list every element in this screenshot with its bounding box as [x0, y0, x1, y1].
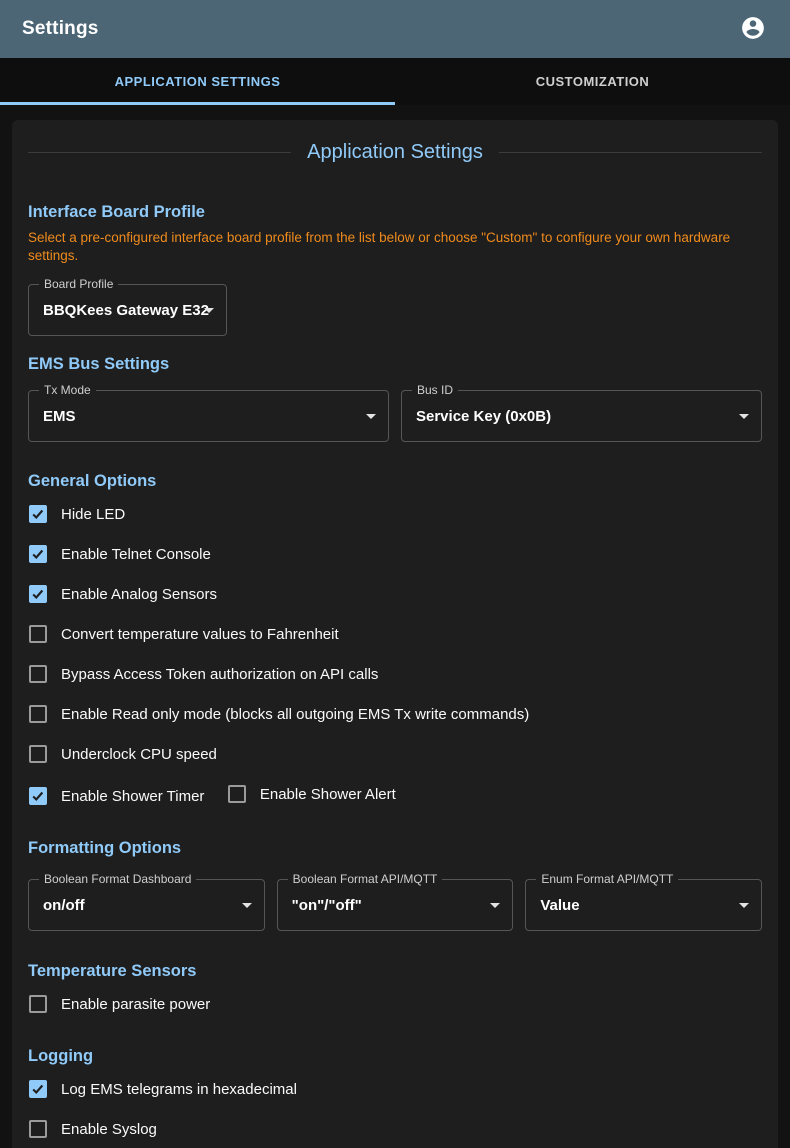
temperature-options-list: Enable parasite power [28, 984, 762, 1024]
dropdown-arrow-icon [739, 414, 749, 419]
checkbox-enable-telnet-console[interactable]: Enable Telnet Console [28, 534, 762, 574]
app-title: Settings [22, 18, 99, 40]
bus-id-value: Service Key (0x0B) [416, 408, 551, 425]
page-title: Application Settings [291, 138, 499, 166]
checkbox-icon [29, 1120, 47, 1138]
checkbox-enable-syslog[interactable]: Enable Syslog [28, 1109, 762, 1148]
logging-options-list: Log EMS telegrams in hexadecimal Enable … [28, 1069, 762, 1148]
checkbox-enable-parasite-power[interactable]: Enable parasite power [28, 984, 762, 1024]
checkbox-icon [29, 705, 47, 723]
general-options-list: Hide LED Enable Telnet Console Enable An… [28, 494, 762, 816]
boolean-format-api-value: "on"/"off" [292, 897, 362, 914]
checkbox-icon [29, 505, 47, 523]
checkbox-log-ems-hexadecimal[interactable]: Log EMS telegrams in hexadecimal [28, 1069, 762, 1109]
dropdown-arrow-icon [366, 414, 376, 419]
checkbox-icon [29, 625, 47, 643]
checkbox-icon [29, 995, 47, 1013]
boolean-format-dashboard-label: Boolean Format Dashboard [39, 872, 196, 886]
checkbox-hide-led[interactable]: Hide LED [28, 494, 762, 534]
board-profile-label: Board Profile [39, 277, 118, 291]
tab-application-settings[interactable]: APPLICATION SETTINGS [0, 58, 395, 105]
dropdown-arrow-icon [242, 903, 252, 908]
checkbox-convert-fahrenheit[interactable]: Convert temperature values to Fahrenheit [28, 614, 762, 654]
heading-ems-bus-settings: EMS Bus Settings [28, 355, 762, 374]
enum-format-api-select[interactable]: Enum Format API/MQTT Value [525, 879, 762, 931]
checkbox-enable-shower-alert[interactable]: Enable Shower Alert [227, 774, 396, 814]
enum-format-api-value: Value [540, 897, 579, 914]
interface-board-description: Select a pre-configured interface board … [28, 229, 762, 265]
checkbox-enable-analog-sensors[interactable]: Enable Analog Sensors [28, 574, 762, 614]
checkbox-icon [228, 785, 246, 803]
dropdown-arrow-icon [739, 903, 749, 908]
tab-customization[interactable]: CUSTOMIZATION [395, 58, 790, 105]
bus-id-select[interactable]: Bus ID Service Key (0x0B) [401, 390, 762, 442]
boolean-format-dashboard-select[interactable]: Boolean Format Dashboard on/off [28, 879, 265, 931]
dropdown-arrow-icon [204, 308, 214, 313]
checkbox-icon [29, 545, 47, 563]
heading-formatting-options: Formatting Options [28, 839, 762, 858]
checkbox-icon [29, 665, 47, 683]
page-title-row: Application Settings [28, 138, 762, 166]
bus-id-label: Bus ID [412, 383, 458, 397]
checkbox-enable-shower-timer[interactable]: Enable Shower Timer [28, 776, 204, 816]
heading-interface-board-profile: Interface Board Profile [28, 203, 762, 222]
enum-format-api-label: Enum Format API/MQTT [536, 872, 678, 886]
checkbox-underclock-cpu[interactable]: Underclock CPU speed [28, 734, 762, 774]
checkbox-icon [29, 585, 47, 603]
tab-bar: APPLICATION SETTINGS CUSTOMIZATION [0, 58, 790, 105]
boolean-format-api-label: Boolean Format API/MQTT [288, 872, 443, 886]
tx-mode-label: Tx Mode [39, 383, 96, 397]
checkbox-bypass-access-token[interactable]: Bypass Access Token authorization on API… [28, 654, 762, 694]
dropdown-arrow-icon [490, 903, 500, 908]
divider-right [499, 152, 762, 153]
shower-options-row: Enable Shower Timer Enable Shower Alert [28, 774, 762, 816]
account-circle-icon [740, 15, 766, 44]
tx-mode-select[interactable]: Tx Mode EMS [28, 390, 389, 442]
app-bar: Settings [0, 0, 790, 58]
checkbox-icon [29, 745, 47, 763]
divider-left [28, 152, 291, 153]
settings-card: Application Settings Interface Board Pro… [12, 120, 778, 1148]
heading-logging: Logging [28, 1047, 762, 1066]
tx-mode-value: EMS [43, 408, 76, 425]
boolean-format-api-select[interactable]: Boolean Format API/MQTT "on"/"off" [277, 879, 514, 931]
checkbox-icon [29, 1080, 47, 1098]
heading-general-options: General Options [28, 472, 762, 491]
checkbox-icon [29, 787, 47, 805]
account-button[interactable] [738, 14, 768, 44]
boolean-format-dashboard-value: on/off [43, 897, 85, 914]
board-profile-select[interactable]: Board Profile BBQKees Gateway E32 [28, 284, 227, 336]
board-profile-value: BBQKees Gateway E32 [43, 302, 209, 319]
checkbox-read-only-mode[interactable]: Enable Read only mode (blocks all outgoi… [28, 694, 762, 734]
heading-temperature-sensors: Temperature Sensors [28, 962, 762, 981]
